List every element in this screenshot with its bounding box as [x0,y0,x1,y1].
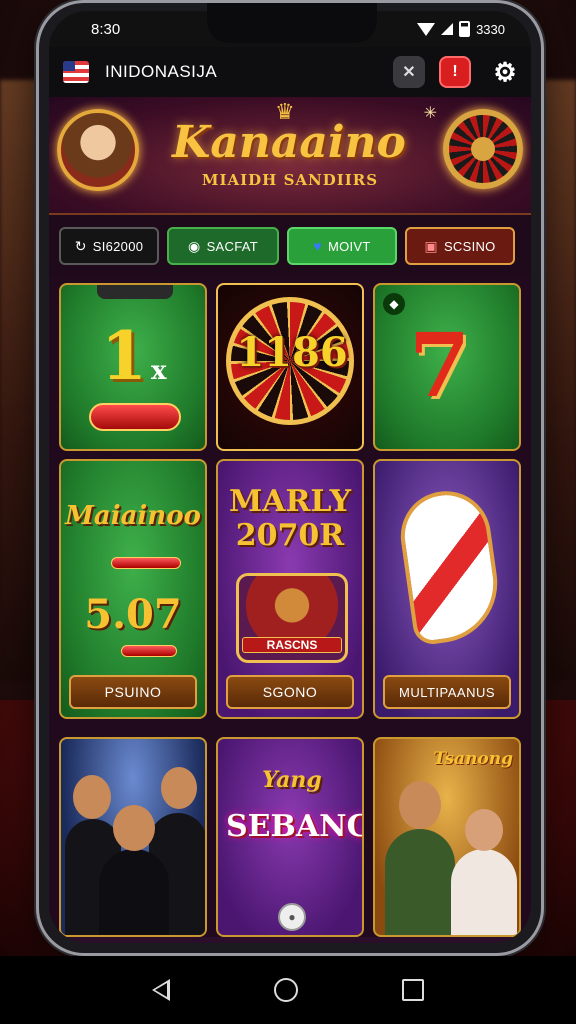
person-icon [399,781,441,829]
sparkle-icon: ✳ [423,105,437,122]
game-tile-maiainoo[interactable]: Maiainoo 5.07 PSUINO [59,459,207,719]
logo-tagline: MIAIDH SANDIIRS [201,171,379,189]
info-button[interactable]: ● [278,903,306,931]
game-tile-sebang[interactable]: Yang SEBANG ● [216,737,364,937]
tab-label: SACFAT [206,238,258,254]
person-icon [161,767,197,809]
android-nav-bar [0,956,576,1024]
game-tile-multi[interactable]: MULTIPAANUS [373,459,521,719]
back-icon[interactable] [152,979,170,1001]
card-ribbon-icon [394,485,506,647]
tab-casino[interactable]: ▣ SCSINO [405,227,515,265]
person-icon [465,809,503,851]
home-icon[interactable] [274,978,298,1002]
category-tabs: ↻ SI62000 ◉ SACFAT ♥ MOIVT ▣ SCSINO [49,215,531,277]
tile-main-text: SEBANG [226,809,364,844]
seven-text: 7 [409,313,471,417]
play-button[interactable]: MULTIPAANUS [383,675,511,709]
phone-notch [207,3,377,43]
tab-sports[interactable]: ◉ SACFAT [167,227,279,265]
tab-label: SCSINO [443,238,496,254]
status-icons: 3330 [417,21,505,37]
alert-button[interactable]: ! [439,56,471,88]
tab-favorites[interactable]: ♥ MOIVT [287,227,397,265]
hero-banner: ♛ Kanaaino MIAIDH SANDIIRS ✳ [49,97,531,215]
play-button[interactable]: PSUINO [69,675,197,709]
tools-button[interactable]: ✕ [393,56,425,88]
signal-icon [441,23,454,35]
recent-apps-icon[interactable] [402,979,424,1001]
settings-button[interactable]: ⚙ [489,56,521,88]
casino-logo: Kanaaino [172,117,406,168]
emblem-label: RASCNS [242,637,342,653]
heart-icon: ♥ [313,238,322,254]
app-bar: INIDONASIJA ✕ ! ⚙ [49,47,531,97]
game-tile-team[interactable] [59,737,207,937]
game-tile-seven[interactable]: ◆ 7 [373,283,521,451]
phone-frame: 8:30 3330 INIDONASIJA ✕ ! ⚙ ♛ Kanaaino M… [36,0,544,956]
tile-top-text: Yang [262,767,322,793]
tab-balance[interactable]: ↻ SI62000 [59,227,159,265]
tile-1x-text: 1x [101,317,167,395]
roulette-icon [443,109,523,189]
avatar[interactable] [57,109,139,191]
alert-icon: ! [452,63,458,80]
tile-title: MARLY 2070R [228,484,351,553]
person-icon [73,775,111,819]
game-tile-dealers[interactable]: Tsanong [373,737,521,937]
flag-icon[interactable] [63,61,89,83]
tools-icon: ✕ [402,64,416,81]
status-right-time: 3330 [476,21,505,37]
tile-corner-label: Tsanong [433,749,513,769]
wifi-icon [417,22,436,36]
red-button-icon [89,403,181,431]
game-tile-1x[interactable]: 1x [59,283,207,451]
country-label[interactable]: INIDONASIJA [105,62,379,82]
phone-screen: 8:30 3330 INIDONASIJA ✕ ! ⚙ ♛ Kanaaino M… [49,11,531,943]
tile-title: Maiainoo [65,501,201,531]
battery-icon [459,21,471,37]
game-grid: 1x 1186 ◆ 7 Maiainoo 5.07 PSUINO MARLY 2… [49,277,531,937]
status-time: 8:30 [91,20,121,38]
refresh-icon: ↻ [74,237,87,254]
tab-label: SI62000 [92,238,144,254]
wheel-number: 1186 [236,329,348,376]
tab-label: MOIVT [327,238,371,254]
game-tile-marly[interactable]: MARLY 2070R RASCNS SGONO [216,459,364,719]
slot-icon: ▣ [424,237,438,254]
gear-icon: ⚙ [493,56,517,87]
gem-icon: ◆ [383,293,405,315]
game-tile-wheel[interactable]: 1186 [216,283,364,451]
football-icon: ◉ [188,237,201,254]
play-button[interactable]: SGONO [226,675,354,709]
person-icon [113,805,155,851]
tile-amount: 5.07 [84,591,182,638]
